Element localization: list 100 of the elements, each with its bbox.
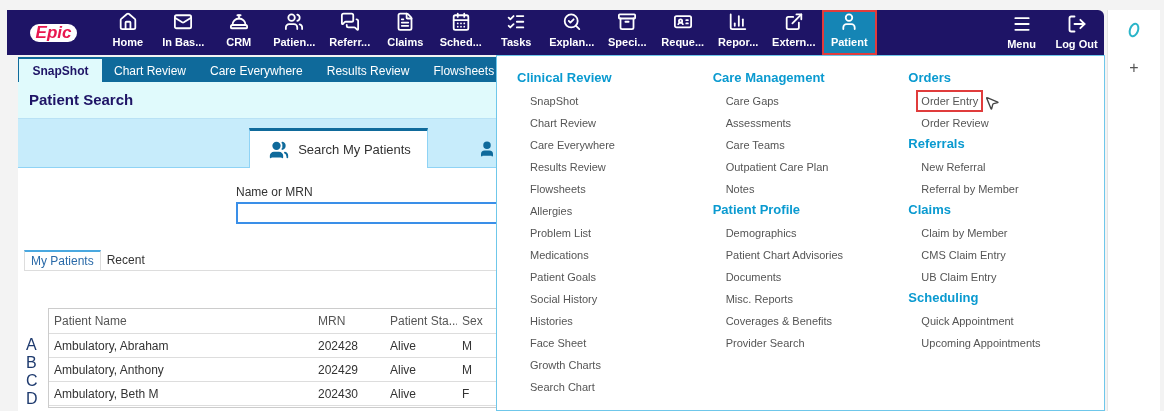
menu-item[interactable]: Documents <box>720 265 787 289</box>
nav-button[interactable]: Explan... <box>544 10 600 55</box>
person-icon <box>478 140 496 158</box>
table-cell-text: 202429 <box>317 361 360 379</box>
field-label: Name or MRN <box>236 184 313 201</box>
alphabet-letter[interactable]: B <box>26 354 48 372</box>
menu-item[interactable]: Care Teams <box>720 133 790 157</box>
alphabet-letter[interactable]: C <box>26 372 48 390</box>
menu-item[interactable]: Allergies <box>525 199 578 223</box>
menu-item[interactable]: Growth Charts <box>525 353 606 377</box>
menu-item[interactable]: Problem List <box>525 221 597 245</box>
activity-tab[interactable]: SnapShot <box>19 59 102 82</box>
nav-button[interactable]: Claims <box>377 10 433 55</box>
menu-item[interactable]: Flowsheets <box>525 177 591 201</box>
nav-button[interactable]: Referr... <box>322 10 378 55</box>
menu-item[interactable]: Patient Chart Advisories <box>720 243 849 267</box>
table-cell-text: F <box>461 385 471 403</box>
table-cell-text: Ambulatory, Abraham <box>53 337 170 355</box>
nav-button[interactable]: Patien... <box>266 10 322 55</box>
menu-item[interactable]: Chart Review <box>525 111 602 135</box>
table-cell-text: 202428 <box>317 337 360 355</box>
table-cell-text: Alive <box>389 385 417 403</box>
menu-item[interactable]: Quick Appointment <box>916 309 1019 333</box>
menu-item[interactable]: Notes <box>720 177 760 201</box>
table-cell-text: M <box>461 337 473 355</box>
table-cell-text: Alive <box>389 337 417 355</box>
nav-button[interactable]: Log Out <box>1049 10 1104 55</box>
menu-section-heading: Claims <box>908 201 952 219</box>
menu-item[interactable]: Order Entry <box>916 89 984 113</box>
menu-section-heading: Care Management <box>712 69 826 87</box>
menu-item[interactable]: Care Everywhere <box>525 133 620 157</box>
menu-item[interactable]: Face Sheet <box>525 331 592 355</box>
home-icon <box>117 12 138 32</box>
column-header[interactable]: Patient Sta... <box>385 312 457 330</box>
activity-tab[interactable]: Care Everywhere <box>198 59 315 82</box>
menu-section-heading: Clinical Review <box>517 69 613 87</box>
calendar-icon <box>450 12 471 32</box>
menu-item[interactable]: Results Review <box>525 155 611 179</box>
people-icon <box>284 12 305 32</box>
table-cell-text: Ambulatory, Anthony <box>53 361 165 379</box>
activity-tab[interactable]: Chart Review <box>102 59 199 82</box>
menu-item[interactable]: Referral by Member <box>916 177 1024 201</box>
menu-item[interactable]: Outpatient Care Plan <box>720 155 834 179</box>
menu-item[interactable]: Upcoming Appointments <box>916 331 1046 355</box>
menu-item[interactable]: New Referral <box>916 155 991 179</box>
logo[interactable]: Epic <box>29 23 78 42</box>
table-cell-text: Ambulatory, Beth M <box>53 385 160 403</box>
column-header[interactable]: Patient Name <box>49 312 313 330</box>
menu-item[interactable]: Medications <box>525 243 594 267</box>
menu-item[interactable]: Assessments <box>720 111 797 135</box>
table-cell-text: 202430 <box>317 385 360 403</box>
ring-icon[interactable] <box>1127 22 1141 38</box>
chat-bubbles-icon <box>339 12 360 32</box>
menu-item[interactable]: CMS Claim Entry <box>916 243 1011 267</box>
menu-item[interactable]: Provider Search <box>720 331 810 355</box>
column-header[interactable]: Sex <box>457 312 487 330</box>
menu-section-heading: Scheduling <box>908 289 980 307</box>
menu-item[interactable]: Social History <box>525 287 603 311</box>
table-cell-text: M <box>461 361 473 379</box>
menu-item[interactable]: SnapShot <box>525 89 584 113</box>
page-title: Patient Search <box>29 89 134 110</box>
menu-item[interactable]: Search Chart <box>525 375 600 399</box>
menu-section-heading: Referrals <box>908 135 966 153</box>
menu-item[interactable]: Histories <box>525 309 578 333</box>
menu-item[interactable]: UB Claim Entry <box>916 265 1002 289</box>
nav-button[interactable]: Tasks <box>488 10 544 55</box>
alphabet-letter[interactable]: A <box>26 336 48 354</box>
bar-chart-icon <box>728 12 749 32</box>
nav-button[interactable]: Menu <box>994 10 1049 55</box>
external-link-icon <box>783 12 804 32</box>
alphabet-letter[interactable]: D <box>26 390 48 408</box>
envelope-icon <box>173 12 194 32</box>
nav-button[interactable]: Extern... <box>766 10 822 55</box>
list-tab[interactable]: My Patients <box>24 250 101 270</box>
add-button[interactable]: + <box>1129 60 1139 76</box>
cursor-icon <box>984 94 1001 112</box>
nav-button[interactable]: In Bas... <box>155 10 211 55</box>
nav-button[interactable]: Home <box>100 10 156 55</box>
menu-item[interactable]: Patient Goals <box>525 265 602 289</box>
nav-button[interactable]: Reque... <box>655 10 711 55</box>
search-tab[interactable]: Search My Patients <box>249 128 428 168</box>
search-icon <box>561 12 582 32</box>
list-tab[interactable]: Recent <box>100 250 151 270</box>
menu-item[interactable]: Care Gaps <box>720 89 784 113</box>
nav-button[interactable]: CRM <box>211 10 267 55</box>
menu-item[interactable]: Order Review <box>916 111 994 135</box>
activity-tab[interactable]: Results Review <box>314 59 422 82</box>
menu-item[interactable]: Claim by Member <box>916 221 1013 245</box>
menu-item[interactable]: Coverages & Benefits <box>720 309 838 333</box>
menu-item[interactable]: Misc. Reports <box>720 287 798 311</box>
column-header[interactable]: MRN <box>313 312 385 330</box>
activity-tab[interactable]: Flowsheets <box>421 59 507 82</box>
menu-item[interactable]: Demographics <box>720 221 802 245</box>
table-cell-text: Alive <box>389 361 417 379</box>
nav-button[interactable]: Speci... <box>599 10 655 55</box>
nav-button[interactable]: Patient <box>821 10 877 55</box>
nav-button[interactable]: Repor... <box>710 10 766 55</box>
menu-section-heading: Patient Profile <box>712 201 802 219</box>
logout-icon <box>1066 13 1087 34</box>
nav-button[interactable]: Sched... <box>433 10 489 55</box>
